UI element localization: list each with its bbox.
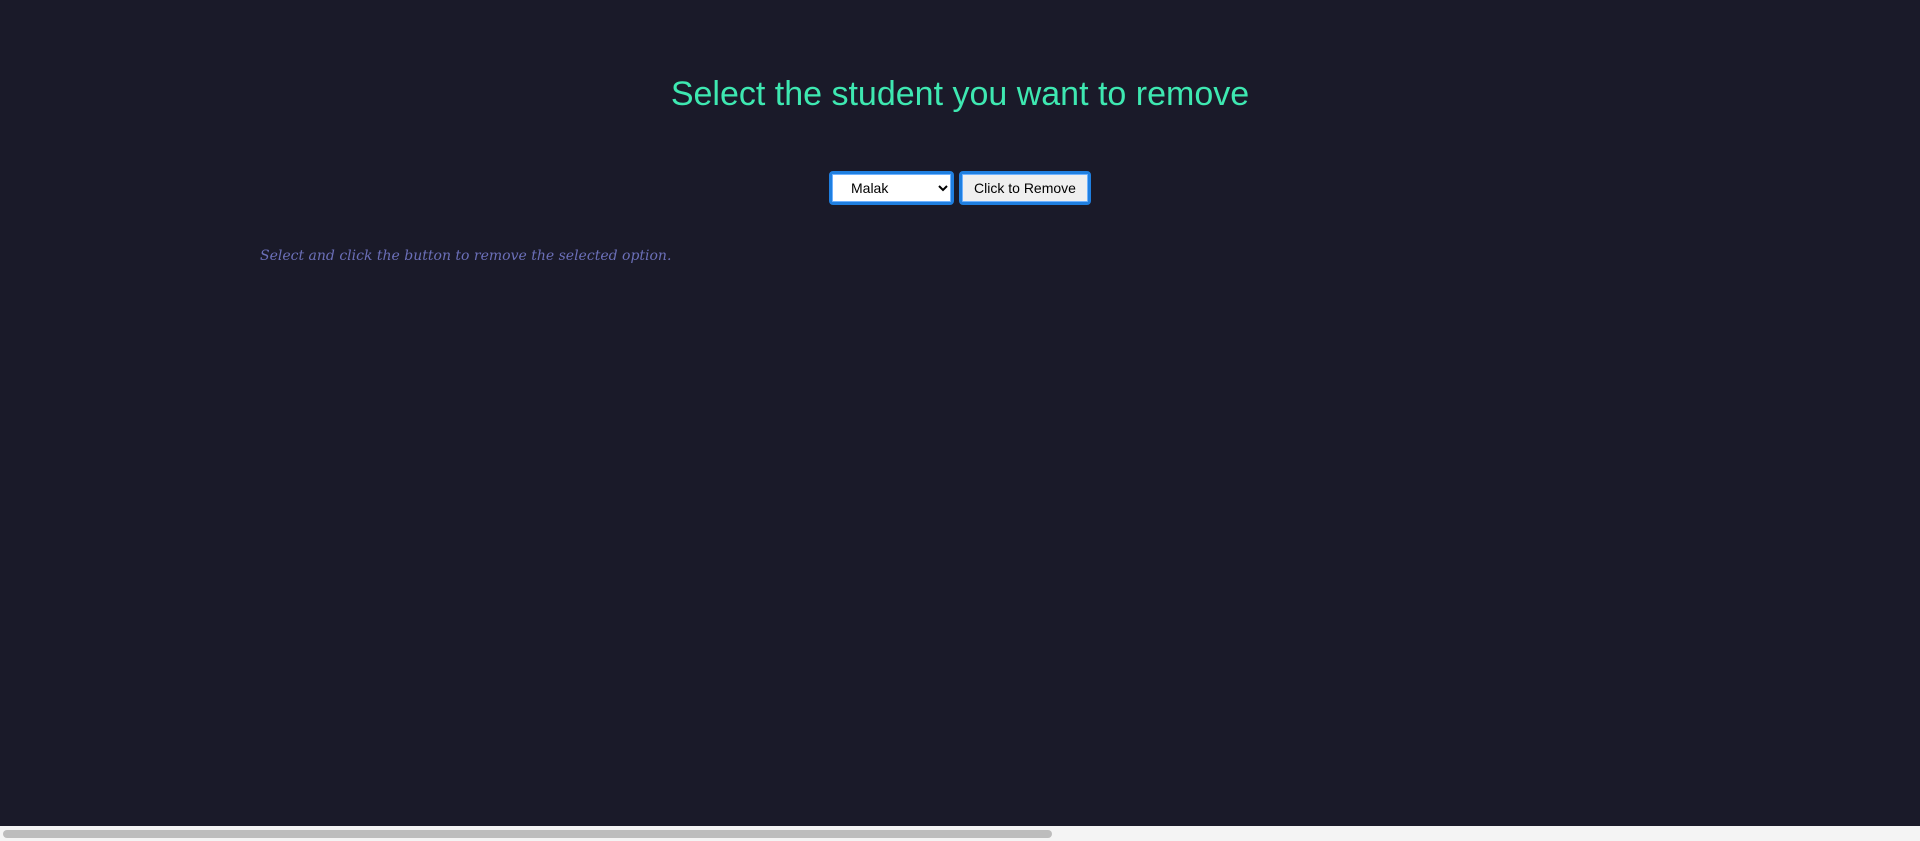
hint-text: Select and click the button to remove th…	[260, 248, 672, 264]
scrollbar-thumb[interactable]	[3, 830, 1052, 838]
horizontal-scrollbar[interactable]	[0, 826, 1920, 841]
remove-controls: Malak Click to Remove	[829, 171, 1091, 205]
remove-button[interactable]: Click to Remove	[959, 171, 1091, 205]
page-title: Select the student you want to remove	[670, 75, 1250, 113]
student-select[interactable]: Malak	[829, 171, 954, 205]
